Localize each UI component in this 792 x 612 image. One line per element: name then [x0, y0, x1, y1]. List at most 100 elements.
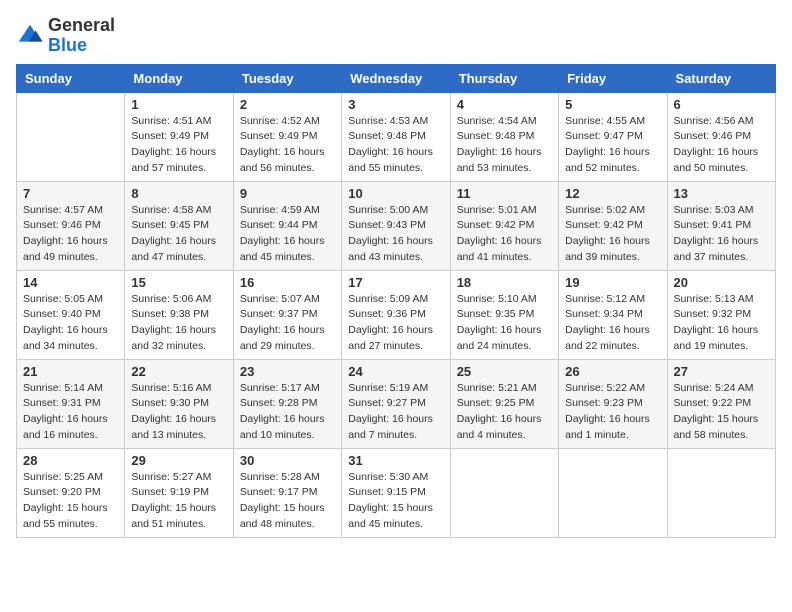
- day-info: Sunrise: 5:07 AMSunset: 9:37 PMDaylight:…: [240, 292, 335, 355]
- day-number: 9: [240, 186, 335, 201]
- day-info: Sunrise: 5:00 AMSunset: 9:43 PMDaylight:…: [348, 203, 443, 266]
- day-number: 25: [457, 364, 552, 379]
- calendar-day-cell: 7Sunrise: 4:57 AMSunset: 9:46 PMDaylight…: [17, 181, 125, 270]
- calendar-week-row: 14 Sunrise: 5:05 AMSunset: 9:40 PMDayligh…: [17, 270, 776, 359]
- calendar-day-cell: 30Sunrise: 5:28 AMSunset: 9:17 PMDayligh…: [233, 448, 341, 537]
- day-number: 1: [131, 97, 226, 112]
- calendar-week-row: 1 Sunrise: 4:51 AMSunset: 9:49 PMDaylight…: [17, 92, 776, 181]
- calendar-day-cell: 3 Sunrise: 4:53 AMSunset: 9:48 PMDaylight…: [342, 92, 450, 181]
- day-info: Sunrise: 5:24 AMSunset: 9:22 PMDaylight:…: [674, 381, 769, 444]
- day-info: Sunrise: 5:28 AMSunset: 9:17 PMDaylight:…: [240, 470, 335, 533]
- calendar-day-cell: 26 Sunrise: 5:22 AMSunset: 9:23 PMDayligh…: [559, 359, 667, 448]
- calendar-day-cell: 15 Sunrise: 5:06 AMSunset: 9:38 PMDayligh…: [125, 270, 233, 359]
- day-number: 5: [565, 97, 660, 112]
- day-info: Sunrise: 5:25 AMSunset: 9:20 PMDaylight:…: [23, 470, 118, 533]
- calendar-day-cell: 25 Sunrise: 5:21 AMSunset: 9:25 PMDayligh…: [450, 359, 558, 448]
- page-header: General Blue: [16, 16, 776, 56]
- calendar-day-cell: 6Sunrise: 4:56 AMSunset: 9:46 PMDaylight…: [667, 92, 775, 181]
- calendar-day-cell: 22 Sunrise: 5:16 AMSunset: 9:30 PMDayligh…: [125, 359, 233, 448]
- day-info: Sunrise: 5:22 AMSunset: 9:23 PMDaylight:…: [565, 381, 660, 444]
- calendar-day-cell: 19Sunrise: 5:12 AMSunset: 9:34 PMDayligh…: [559, 270, 667, 359]
- calendar-day-cell: 9Sunrise: 4:59 AMSunset: 9:44 PMDaylight…: [233, 181, 341, 270]
- day-info: Sunrise: 5:19 AMSunset: 9:27 PMDaylight:…: [348, 381, 443, 444]
- day-info: Sunrise: 4:52 AMSunset: 9:49 PMDaylight:…: [240, 114, 335, 177]
- day-info: Sunrise: 5:01 AMSunset: 9:42 PMDaylight:…: [457, 203, 552, 266]
- day-number: 13: [674, 186, 769, 201]
- calendar-week-row: 7Sunrise: 4:57 AMSunset: 9:46 PMDaylight…: [17, 181, 776, 270]
- day-number: 28: [23, 453, 118, 468]
- calendar-header-row: SundayMondayTuesdayWednesdayThursdayFrid…: [17, 64, 776, 92]
- day-info: Sunrise: 5:05 AMSunset: 9:40 PMDaylight:…: [23, 292, 118, 355]
- day-number: 26: [565, 364, 660, 379]
- day-info: Sunrise: 4:58 AMSunset: 9:45 PMDaylight:…: [131, 203, 226, 266]
- calendar-day-cell: [450, 448, 558, 537]
- day-info: Sunrise: 5:27 AMSunset: 9:19 PMDaylight:…: [131, 470, 226, 533]
- calendar-day-cell: 13 Sunrise: 5:03 AMSunset: 9:41 PMDayligh…: [667, 181, 775, 270]
- calendar-day-header: Wednesday: [342, 64, 450, 92]
- day-number: 31: [348, 453, 443, 468]
- calendar-day-header: Tuesday: [233, 64, 341, 92]
- day-number: 21: [23, 364, 118, 379]
- calendar-day-cell: 31 Sunrise: 5:30 AMSunset: 9:15 PMDayligh…: [342, 448, 450, 537]
- calendar-day-cell: 24 Sunrise: 5:19 AMSunset: 9:27 PMDayligh…: [342, 359, 450, 448]
- calendar-day-header: Friday: [559, 64, 667, 92]
- calendar-day-cell: 23Sunrise: 5:17 AMSunset: 9:28 PMDayligh…: [233, 359, 341, 448]
- day-info: Sunrise: 5:13 AMSunset: 9:32 PMDaylight:…: [674, 292, 769, 355]
- day-info: Sunrise: 4:54 AMSunset: 9:48 PMDaylight:…: [457, 114, 552, 177]
- day-info: Sunrise: 4:56 AMSunset: 9:46 PMDaylight:…: [674, 114, 769, 177]
- calendar-day-cell: [17, 92, 125, 181]
- day-number: 15: [131, 275, 226, 290]
- calendar-day-cell: 17Sunrise: 5:09 AMSunset: 9:36 PMDayligh…: [342, 270, 450, 359]
- logo-icon: [16, 22, 44, 50]
- calendar-day-header: Monday: [125, 64, 233, 92]
- day-info: Sunrise: 5:14 AMSunset: 9:31 PMDaylight:…: [23, 381, 118, 444]
- day-info: Sunrise: 5:16 AMSunset: 9:30 PMDaylight:…: [131, 381, 226, 444]
- day-info: Sunrise: 4:57 AMSunset: 9:46 PMDaylight:…: [23, 203, 118, 266]
- day-number: 4: [457, 97, 552, 112]
- calendar-day-cell: 11 Sunrise: 5:01 AMSunset: 9:42 PMDayligh…: [450, 181, 558, 270]
- calendar-day-cell: [667, 448, 775, 537]
- day-number: 12: [565, 186, 660, 201]
- day-info: Sunrise: 5:30 AMSunset: 9:15 PMDaylight:…: [348, 470, 443, 533]
- calendar-day-header: Saturday: [667, 64, 775, 92]
- calendar-day-cell: 1 Sunrise: 4:51 AMSunset: 9:49 PMDaylight…: [125, 92, 233, 181]
- calendar-table: SundayMondayTuesdayWednesdayThursdayFrid…: [16, 64, 776, 538]
- calendar-day-cell: 16Sunrise: 5:07 AMSunset: 9:37 PMDayligh…: [233, 270, 341, 359]
- day-number: 14: [23, 275, 118, 290]
- day-info: Sunrise: 4:55 AMSunset: 9:47 PMDaylight:…: [565, 114, 660, 177]
- calendar-day-cell: 27 Sunrise: 5:24 AMSunset: 9:22 PMDayligh…: [667, 359, 775, 448]
- calendar-day-cell: 10 Sunrise: 5:00 AMSunset: 9:43 PMDayligh…: [342, 181, 450, 270]
- day-number: 18: [457, 275, 552, 290]
- logo-text: General Blue: [48, 16, 115, 56]
- calendar-day-cell: [559, 448, 667, 537]
- calendar-day-cell: 5 Sunrise: 4:55 AMSunset: 9:47 PMDaylight…: [559, 92, 667, 181]
- day-info: Sunrise: 5:17 AMSunset: 9:28 PMDaylight:…: [240, 381, 335, 444]
- calendar-day-cell: 18 Sunrise: 5:10 AMSunset: 9:35 PMDayligh…: [450, 270, 558, 359]
- calendar-week-row: 28 Sunrise: 5:25 AMSunset: 9:20 PMDayligh…: [17, 448, 776, 537]
- calendar-day-header: Thursday: [450, 64, 558, 92]
- day-number: 20: [674, 275, 769, 290]
- day-number: 10: [348, 186, 443, 201]
- calendar-day-cell: 12 Sunrise: 5:02 AMSunset: 9:42 PMDayligh…: [559, 181, 667, 270]
- day-number: 24: [348, 364, 443, 379]
- day-number: 22: [131, 364, 226, 379]
- calendar-day-header: Sunday: [17, 64, 125, 92]
- calendar-day-cell: 2 Sunrise: 4:52 AMSunset: 9:49 PMDaylight…: [233, 92, 341, 181]
- day-number: 2: [240, 97, 335, 112]
- day-number: 11: [457, 186, 552, 201]
- day-info: Sunrise: 5:03 AMSunset: 9:41 PMDaylight:…: [674, 203, 769, 266]
- day-info: Sunrise: 4:51 AMSunset: 9:49 PMDaylight:…: [131, 114, 226, 177]
- day-info: Sunrise: 5:12 AMSunset: 9:34 PMDaylight:…: [565, 292, 660, 355]
- day-info: Sunrise: 5:02 AMSunset: 9:42 PMDaylight:…: [565, 203, 660, 266]
- day-info: Sunrise: 4:53 AMSunset: 9:48 PMDaylight:…: [348, 114, 443, 177]
- day-number: 27: [674, 364, 769, 379]
- calendar-day-cell: 8 Sunrise: 4:58 AMSunset: 9:45 PMDaylight…: [125, 181, 233, 270]
- day-info: Sunrise: 5:10 AMSunset: 9:35 PMDaylight:…: [457, 292, 552, 355]
- calendar-day-cell: 20 Sunrise: 5:13 AMSunset: 9:32 PMDayligh…: [667, 270, 775, 359]
- day-number: 29: [131, 453, 226, 468]
- day-number: 8: [131, 186, 226, 201]
- day-info: Sunrise: 5:21 AMSunset: 9:25 PMDaylight:…: [457, 381, 552, 444]
- day-info: Sunrise: 5:06 AMSunset: 9:38 PMDaylight:…: [131, 292, 226, 355]
- day-number: 3: [348, 97, 443, 112]
- calendar-day-cell: 14 Sunrise: 5:05 AMSunset: 9:40 PMDayligh…: [17, 270, 125, 359]
